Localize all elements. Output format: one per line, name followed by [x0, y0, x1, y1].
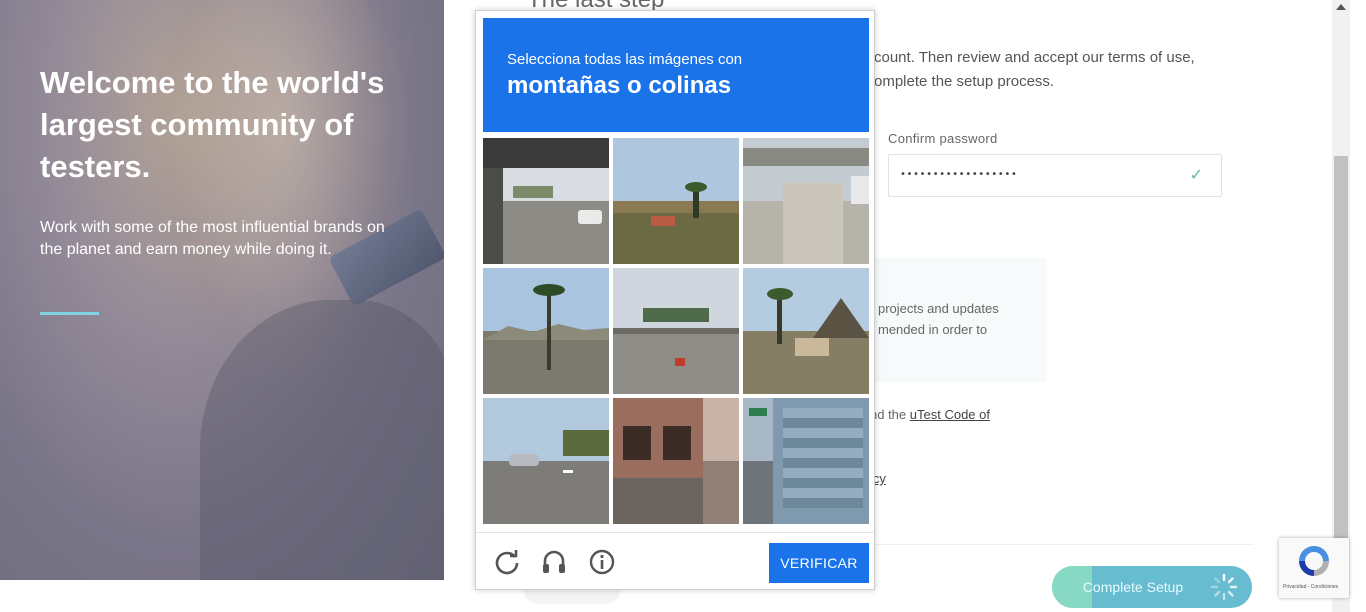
captcha-tile-8[interactable] — [613, 398, 739, 524]
divider — [874, 544, 1254, 545]
captcha-tile-7[interactable] — [483, 398, 609, 524]
info-icon[interactable] — [588, 548, 616, 576]
hero-subtitle: Work with some of the most influential b… — [40, 219, 385, 258]
info-line1: projects and updates — [878, 301, 999, 316]
captcha-header: Selecciona todas las imágenes con montañ… — [483, 18, 869, 132]
captcha-tile-5[interactable] — [613, 268, 739, 394]
recaptcha-badge[interactable]: Privacidad - Condiciones — [1279, 538, 1349, 598]
recaptcha-logo-icon — [1299, 546, 1329, 576]
scroll-up-arrow-icon[interactable] — [1336, 4, 1346, 10]
confirm-password-label: Confirm password — [888, 131, 998, 146]
code-of-conduct-text: nd the uTest Code of — [870, 407, 990, 422]
complete-setup-label: Complete Setup — [1082, 579, 1184, 595]
captcha-target: montañas o colinas — [507, 72, 732, 99]
captcha-footer: VERIFICAR — [476, 532, 874, 590]
captcha-tile-2[interactable] — [613, 138, 739, 264]
recaptcha-badge-text[interactable]: Privacidad - Condiciones — [1283, 584, 1338, 590]
form-intro-line2: omplete the setup process. — [874, 73, 1055, 90]
confirm-password-field[interactable]: •••••••••••••••••• ✓ — [888, 154, 1222, 197]
captcha-tile-3[interactable] — [743, 138, 869, 264]
hero-title: Welcome to the world's largest community… — [40, 65, 385, 184]
info-line2: mended in order to — [878, 322, 988, 337]
hero-panel: Welcome to the world's largest community… — [0, 0, 444, 580]
info-box: projects and updates mended in order to — [866, 258, 1046, 382]
captcha-tile-6[interactable] — [743, 268, 869, 394]
scrollbar-thumb[interactable] — [1334, 156, 1348, 538]
captcha-challenge: Selecciona todas las imágenes con montañ… — [475, 10, 875, 590]
conduct-prefix: nd the — [870, 407, 910, 422]
spinner-icon — [1210, 573, 1238, 601]
verify-button[interactable]: VERIFICAR — [769, 543, 869, 583]
hero-accent-line — [40, 312, 99, 315]
captcha-tile-9[interactable] — [743, 398, 869, 524]
form-intro-line1: count. Then review and accept our terms … — [874, 49, 1195, 66]
headphones-icon[interactable] — [540, 548, 568, 576]
captcha-instruction: Selecciona todas las imágenes con — [507, 51, 743, 68]
check-icon: ✓ — [1189, 167, 1203, 184]
captcha-grid — [483, 138, 869, 524]
code-of-conduct-link[interactable]: uTest Code of — [910, 407, 990, 422]
complete-setup-button[interactable]: Complete Setup — [1052, 566, 1252, 608]
reload-icon[interactable] — [493, 548, 521, 576]
scrollbar[interactable] — [1332, 0, 1350, 612]
captcha-tile-1[interactable] — [483, 138, 609, 264]
confirm-password-value: •••••••••••••••••• — [900, 169, 1018, 180]
captcha-tile-4[interactable] — [483, 268, 609, 394]
